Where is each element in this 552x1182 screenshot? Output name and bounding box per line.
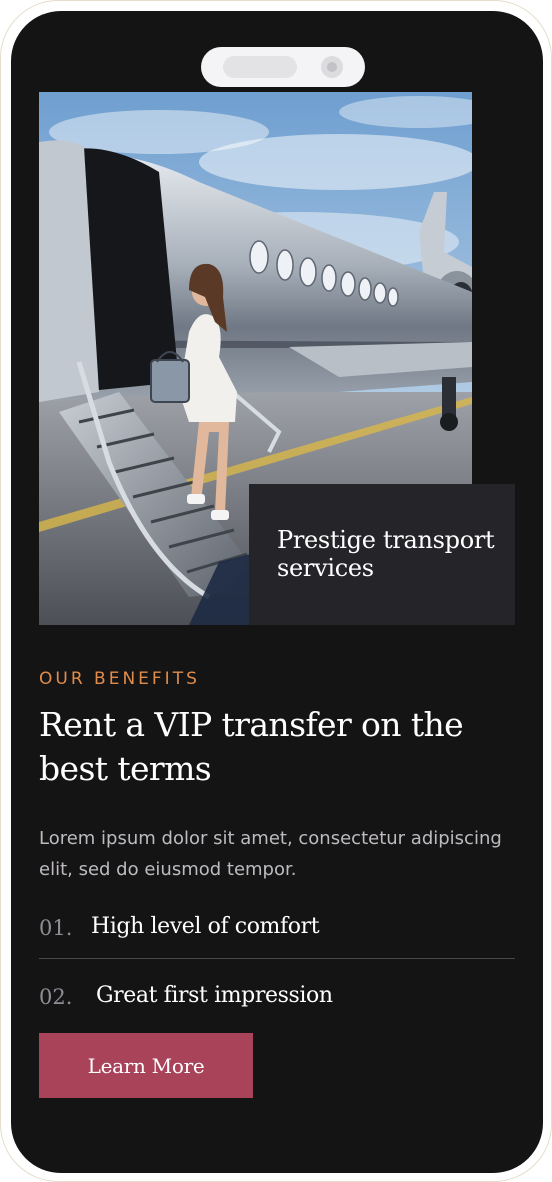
section-headline: Rent a VIP transfer on the best terms bbox=[39, 705, 464, 788]
learn-more-button[interactable]: Learn More bbox=[39, 1033, 253, 1098]
benefit-number: 01. bbox=[39, 916, 73, 940]
hero-caption-box: Prestige transport services bbox=[249, 484, 515, 625]
benefit-item: 01. High level of comfort bbox=[39, 908, 515, 958]
hero-caption-text: Prestige transport services bbox=[277, 526, 495, 582]
speaker-grille bbox=[223, 56, 297, 78]
benefits-divider bbox=[39, 958, 515, 959]
dynamic-island bbox=[201, 47, 365, 87]
benefit-number: 02. bbox=[39, 985, 73, 1009]
section-description: Lorem ipsum dolor sit amet, consectetur … bbox=[39, 828, 502, 880]
benefit-label: Great first impression bbox=[96, 983, 333, 1008]
phone-screen: Prestige transport services OUR BENEFITS… bbox=[11, 11, 543, 1173]
benefit-item: 02. Great first impression bbox=[39, 977, 515, 1027]
section-eyebrow: OUR BENEFITS bbox=[39, 669, 200, 689]
benefit-label: High level of comfort bbox=[91, 914, 320, 939]
camera-icon bbox=[321, 56, 343, 78]
phone-frame: Prestige transport services OUR BENEFITS… bbox=[0, 0, 552, 1182]
